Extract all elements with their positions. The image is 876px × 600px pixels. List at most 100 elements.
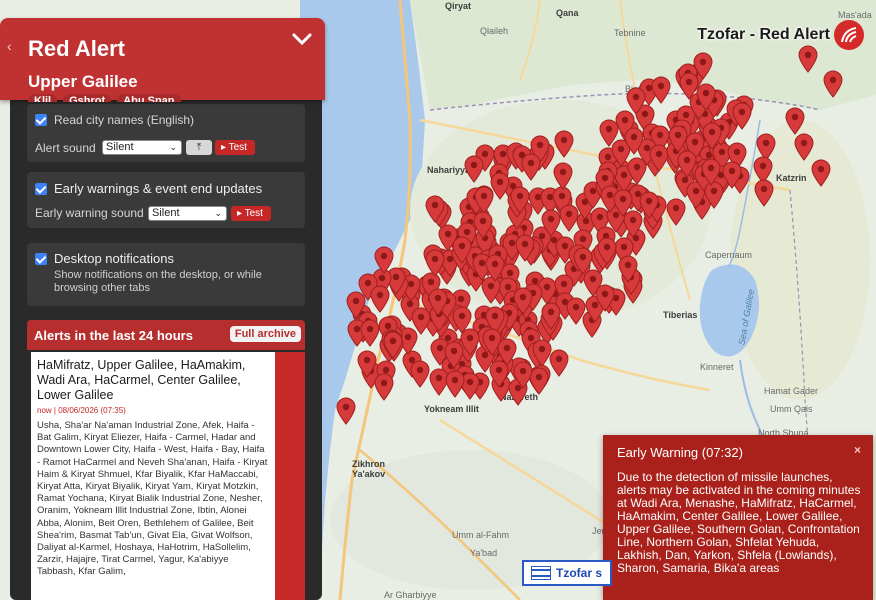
- alert-pin-icon[interactable]: [559, 204, 579, 232]
- early-warnings-label: Early warnings & event end updates: [54, 181, 263, 196]
- alert-pin-icon[interactable]: [473, 211, 493, 239]
- bottom-bar-text: Tzofar s: [556, 566, 603, 580]
- alert-pin-icon[interactable]: [336, 397, 356, 425]
- city-chip: Abu Snan: [117, 94, 181, 102]
- alert-sound-test-button[interactable]: ▸ Test: [215, 140, 255, 155]
- alert-pin-icon[interactable]: [452, 236, 472, 264]
- early-warning-test-button[interactable]: ▸ Test: [231, 206, 271, 221]
- city-chip: Gshrot: [63, 94, 112, 102]
- city-names-label: Read city names (English): [54, 113, 195, 127]
- alert-pin-icon[interactable]: [541, 209, 561, 237]
- collapse-arrow-icon[interactable]: ‹: [7, 38, 12, 54]
- map-label: Umm al-Fahm: [452, 530, 510, 540]
- alert-pin-icon[interactable]: [428, 288, 448, 316]
- alert-sound-select[interactable]: Silent ⌄: [102, 140, 182, 155]
- alert-sound-value: Silent: [106, 141, 134, 153]
- red-alert-sidebar: ‹ Red Alert Upper Galilee Klil Gshrot Ab…: [0, 18, 325, 600]
- full-archive-button[interactable]: Full archive: [229, 326, 301, 342]
- alert-pin-icon[interactable]: [639, 191, 659, 219]
- alert-pin-icon[interactable]: [515, 234, 535, 262]
- alert-pin-icon[interactable]: [554, 130, 574, 158]
- alert-pin-icon[interactable]: [425, 249, 445, 277]
- alert-pin-icon[interactable]: [597, 237, 617, 265]
- alert-pin-icon[interactable]: [702, 122, 722, 150]
- early-warning-title: Early Warning (07:32): [617, 445, 743, 460]
- alert-pin-icon[interactable]: [521, 153, 541, 181]
- map-label: Ya'bad: [470, 548, 498, 558]
- sidebar-header: ‹ Red Alert Upper Galilee Klil Gshrot Ab…: [0, 18, 325, 102]
- alert-pin-icon[interactable]: [445, 370, 465, 398]
- alert-pin-icon[interactable]: [513, 361, 533, 389]
- alert-pin-icon[interactable]: [541, 302, 561, 330]
- early-warnings-checkbox[interactable]: [35, 182, 47, 195]
- early-warning-popup: Early Warning (07:32) × Due to the detec…: [603, 435, 873, 600]
- city-names-checkbox[interactable]: [35, 114, 47, 126]
- desktop-notifications-panel: Desktop notifications Show notifications…: [27, 243, 305, 306]
- alert-pin-icon[interactable]: [624, 127, 644, 155]
- upload-sound-button[interactable]: ⤒: [186, 140, 212, 155]
- alert-pin-icon[interactable]: [651, 76, 671, 104]
- city-names-option[interactable]: Read city names (English): [35, 113, 194, 127]
- map-label: Capernaum: [705, 250, 753, 260]
- alert-pin-icon[interactable]: [573, 247, 593, 275]
- alert-pin-icon[interactable]: [696, 83, 716, 111]
- alert-pin-icon[interactable]: [566, 297, 586, 325]
- early-warning-text: Due to the detection of missile launches…: [617, 470, 861, 575]
- alert-pin-icon[interactable]: [553, 162, 573, 190]
- alert-pin-icon[interactable]: [510, 186, 530, 214]
- early-warning-sound-select[interactable]: Silent ⌄: [148, 206, 227, 221]
- alert-pin-icon[interactable]: [464, 155, 484, 183]
- alert-pin-icon[interactable]: [474, 186, 494, 214]
- alert-pin-icon[interactable]: [618, 255, 638, 283]
- alert-pin-icon[interactable]: [722, 161, 742, 189]
- map-label: Zikhron Ya'akov: [352, 459, 386, 479]
- alert-cities: Usha, Sha'ar Na'aman Industrial Zone, Af…: [37, 420, 268, 578]
- desktop-notifications-label: Desktop notifications: [54, 251, 174, 266]
- map-label: Mas'ada: [838, 10, 872, 20]
- alert-pin-icon[interactable]: [595, 284, 615, 312]
- alert-pin-icon[interactable]: [460, 328, 480, 356]
- alert-pin-icon[interactable]: [370, 285, 390, 313]
- alert-pin-icon[interactable]: [794, 133, 814, 161]
- alert-pin-icon[interactable]: [666, 198, 686, 226]
- alerts-heading: Alerts in the last 24 hours: [34, 328, 193, 343]
- alert-regions: HaMifratz, Upper Galilee, HaAmakim, Wadi…: [37, 358, 246, 402]
- map-label: Qlaileh: [480, 26, 509, 36]
- tzofar-logo-icon: [834, 20, 864, 50]
- map-label: Tiberias: [663, 310, 698, 320]
- current-region: Upper Galilee: [28, 72, 138, 91]
- alert-pin-icon[interactable]: [549, 349, 569, 377]
- desktop-notifications-checkbox[interactable]: [35, 252, 47, 265]
- map-label: Qana: [556, 8, 579, 18]
- alert-pin-icon[interactable]: [754, 179, 774, 207]
- alerts-header: Alerts in the last 24 hours Full archive: [27, 320, 305, 350]
- region-city-chips: Klil Gshrot Abu Snan: [28, 94, 181, 102]
- alert-pin-icon[interactable]: [626, 87, 646, 115]
- brand: Tzofar - Red Alert: [697, 20, 864, 50]
- alert-pin-icon[interactable]: [701, 158, 721, 186]
- alert-pin-icon[interactable]: [732, 102, 752, 130]
- alert-pin-icon[interactable]: [374, 246, 394, 274]
- alert-pin-icon[interactable]: [513, 287, 533, 315]
- early-warning-sound-label: Early warning sound: [35, 206, 144, 220]
- select-caret-icon: ⌄: [169, 142, 177, 152]
- tzofar-bottom-bar[interactable]: Tzofar s: [522, 560, 612, 586]
- alert-pin-icon[interactable]: [410, 360, 430, 388]
- alert-pin-icon[interactable]: [383, 331, 403, 359]
- alert-pin-icon[interactable]: [360, 319, 380, 347]
- alert-pin-icon[interactable]: [485, 254, 505, 282]
- map-label: Hamat Gader: [764, 386, 819, 396]
- close-icon[interactable]: ×: [854, 443, 861, 457]
- alert-pin-icon[interactable]: [425, 195, 445, 223]
- alert-pin-icon[interactable]: [823, 70, 843, 98]
- alert-sound-panel: Read city names (English) Alert sound Si…: [27, 104, 305, 162]
- chevron-down-icon[interactable]: [291, 32, 313, 46]
- alert-sound-label: Alert sound: [35, 141, 96, 155]
- latest-alert-card[interactable]: HaMifratz, Upper Galilee, HaAmakim, Wadi…: [31, 352, 305, 600]
- alert-pin-icon[interactable]: [785, 107, 805, 135]
- desktop-notifications-option[interactable]: Desktop notifications: [35, 251, 174, 266]
- alert-pin-icon[interactable]: [374, 373, 394, 401]
- alert-pin-icon[interactable]: [811, 159, 831, 187]
- early-warnings-option[interactable]: Early warnings & event end updates: [35, 181, 262, 196]
- early-warning-sound-value: Silent: [152, 207, 180, 219]
